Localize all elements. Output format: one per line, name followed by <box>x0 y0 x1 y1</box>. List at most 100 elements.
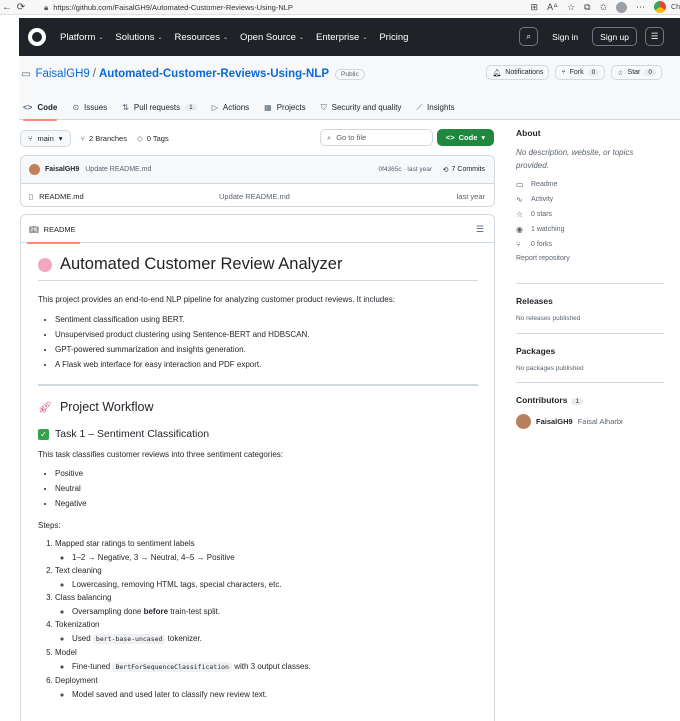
address-bar[interactable]: 🔒︎ https://github.com/FaisalGH9/Automate… <box>44 1 524 14</box>
contributor-item[interactable]: FaisalGH9 Faisal Alharbi <box>516 414 664 429</box>
fork-button[interactable]: ⑂ Fork 0 <box>555 65 606 80</box>
avatar[interactable] <box>516 414 531 429</box>
play-icon: ▷ <box>211 103 218 112</box>
pulse-icon: ∿ <box>516 195 523 204</box>
tab-code[interactable]: <> Code <box>23 95 58 121</box>
sidebar-item-readme[interactable]: ▭ Readme <box>516 180 666 189</box>
commit-hash[interactable]: 0f4365c · last year <box>379 166 432 173</box>
sidebar-item-watching[interactable]: ◉ 1 watching <box>516 225 666 234</box>
table-icon: ▦ <box>264 103 272 112</box>
grid-icon[interactable]: ⊞ <box>531 2 539 13</box>
profile-avatar[interactable] <box>616 1 628 13</box>
go-to-file-input[interactable]: ⌕ Go to file <box>320 129 433 146</box>
fork-count: 0 <box>587 69 600 76</box>
copilot-icon[interactable] <box>654 1 667 13</box>
commit-author[interactable]: FaisalGH9 <box>45 166 79 173</box>
contributor-login[interactable]: FaisalGH9 <box>536 417 573 426</box>
more-icon[interactable]: ⋯ <box>636 2 645 13</box>
list-item: Mapped star ratings to sentiment labels … <box>55 537 478 564</box>
fork-icon: ⑂ <box>516 240 521 249</box>
github-logo-icon[interactable] <box>28 28 46 46</box>
reload-icon[interactable]: ⟳ <box>14 0 28 14</box>
commits-link[interactable]: ⟲ 7 Commits <box>443 166 485 174</box>
nav-pricing[interactable]: Pricing <box>379 32 408 43</box>
star-count: 0 <box>644 69 656 76</box>
contributors-heading[interactable]: Contributors 1 <box>516 395 664 405</box>
graph-icon: ⟋ <box>416 102 423 112</box>
sign-up-button[interactable]: Sign up <box>592 27 637 46</box>
menu-button[interactable]: ☰ <box>645 27 664 46</box>
step-detail: Model saved and used later to classify n… <box>72 688 478 702</box>
list-item: Class balancing Oversampling done before… <box>55 591 478 618</box>
latest-commit-row: FaisalGH9 Update README.md 0f4365c · las… <box>21 156 494 184</box>
star-icon: ☆ <box>617 69 624 77</box>
chevron-down-icon: ⌄ <box>362 34 368 41</box>
packages-heading[interactable]: Packages <box>516 346 664 356</box>
tags-link[interactable]: ◇ 0 Tags <box>137 134 169 143</box>
tab-issues[interactable]: ⊙ Issues <box>72 95 107 120</box>
nav-solutions[interactable]: Solutions ⌄ <box>115 32 162 43</box>
menu-icon: ☰ <box>650 31 659 41</box>
nav-platform[interactable]: Platform ⌄ <box>60 32 103 43</box>
rocket-emoji-icon: 🚀︎ <box>38 401 52 414</box>
file-commit-message[interactable]: Update README.md <box>219 192 290 201</box>
nav-enterprise[interactable]: Enterprise ⌄ <box>316 32 367 43</box>
task1-intro: This task classifies customer reviews in… <box>38 450 283 459</box>
search-icon: ⌕ <box>327 132 332 142</box>
repo-owner-link[interactable]: FaisalGH9 <box>35 68 89 80</box>
file-age: last year <box>456 191 485 201</box>
tab-pull-requests[interactable]: ⇅ Pull requests 1 <box>122 95 197 120</box>
outline-icon[interactable]: ☰ <box>476 224 484 235</box>
code-icon: <> <box>23 103 33 112</box>
tab-actions[interactable]: ▷ Actions <box>212 95 249 120</box>
branches-link[interactable]: ⑂ 2 Branches <box>81 134 127 143</box>
nav-open-source[interactable]: Open Source ⌄ <box>240 32 304 43</box>
browser-toolbar: ← ⟳ 🔒︎ https://github.com/FaisalGH9/Auto… <box>0 0 680 15</box>
sidebar-item-activity[interactable]: ∿ Activity <box>516 195 666 204</box>
repo-name-link[interactable]: Automated-Customer-Reviews-Using-NLP <box>99 68 329 80</box>
sign-in-link[interactable]: Sign in <box>546 27 584 46</box>
step-detail: Lowercasing, removing HTML tags, special… <box>72 578 478 592</box>
tab-projects[interactable]: ▦ Projects <box>264 95 305 120</box>
search-icon: ⌕ <box>526 31 532 41</box>
report-repository-link[interactable]: Report repository <box>516 255 666 262</box>
favorites-bar-icon[interactable]: ✩ <box>600 2 608 13</box>
url-text: https://github.com/FaisalGH9/Automated-C… <box>53 3 293 12</box>
sidebar-item-stars[interactable]: ☆ 0 stars <box>516 210 666 219</box>
eye-icon: ◉ <box>516 225 523 234</box>
read-aloud-icon[interactable]: Aᐞ <box>547 2 558 13</box>
contributors-count: 1 <box>571 398 584 405</box>
nav-resources[interactable]: Resources ⌄ <box>175 32 228 43</box>
favorite-icon[interactable]: ☆ <box>567 2 575 13</box>
chevron-down-icon: ⌄ <box>298 34 304 41</box>
step-detail: Oversampling done before train-test spli… <box>72 605 478 619</box>
readme-panel: 📖︎ README ☰ Automated Customer Review Ana… <box>20 214 495 721</box>
issue-icon: ⊙ <box>72 103 80 112</box>
lock-icon: 🔒︎ <box>44 2 49 12</box>
category-list: Positive Neutral Negative <box>38 466 478 511</box>
tab-insights[interactable]: ⟋ Insights <box>416 95 454 120</box>
avatar[interactable] <box>29 164 40 175</box>
sidebar-item-forks[interactable]: ⑂ 0 forks <box>516 240 666 249</box>
tab-security[interactable]: ⛉ Security and quality <box>321 95 402 120</box>
code-button[interactable]: <> Code ▾ <box>437 129 494 146</box>
star-button[interactable]: ☆ Star 0 <box>611 65 662 80</box>
commit-message[interactable]: Update README.md <box>85 166 151 173</box>
branch-selector[interactable]: ⑂ main ▾ <box>20 129 71 147</box>
readme-title: Automated Customer Review Analyzer <box>38 255 478 281</box>
shield-icon: ⛉ <box>320 102 327 112</box>
list-item: Neutral <box>55 481 478 496</box>
chevron-down-icon: ⌄ <box>157 34 163 41</box>
file-name[interactable]: README.md <box>39 192 84 201</box>
notifications-button[interactable]: 🔔︎ Notifications <box>486 65 550 80</box>
list-item: GPT-powered summarization and insights g… <box>55 342 478 357</box>
releases-heading[interactable]: Releases <box>516 296 664 306</box>
tab-readme[interactable]: 📖︎ README <box>27 215 80 244</box>
search-button[interactable]: ⌕ <box>519 27 539 46</box>
split-screen-icon[interactable]: ⧉ <box>584 2 590 13</box>
readme-header: 📖︎ README ☰ <box>21 215 494 244</box>
repo-header: ▭ FaisalGH9 / Automated-Customer-Reviews… <box>19 56 680 121</box>
about-description: No description, website, or topics provi… <box>516 148 634 170</box>
packages-section: Packages No packages published <box>516 333 664 372</box>
back-icon[interactable]: ← <box>0 0 14 14</box>
